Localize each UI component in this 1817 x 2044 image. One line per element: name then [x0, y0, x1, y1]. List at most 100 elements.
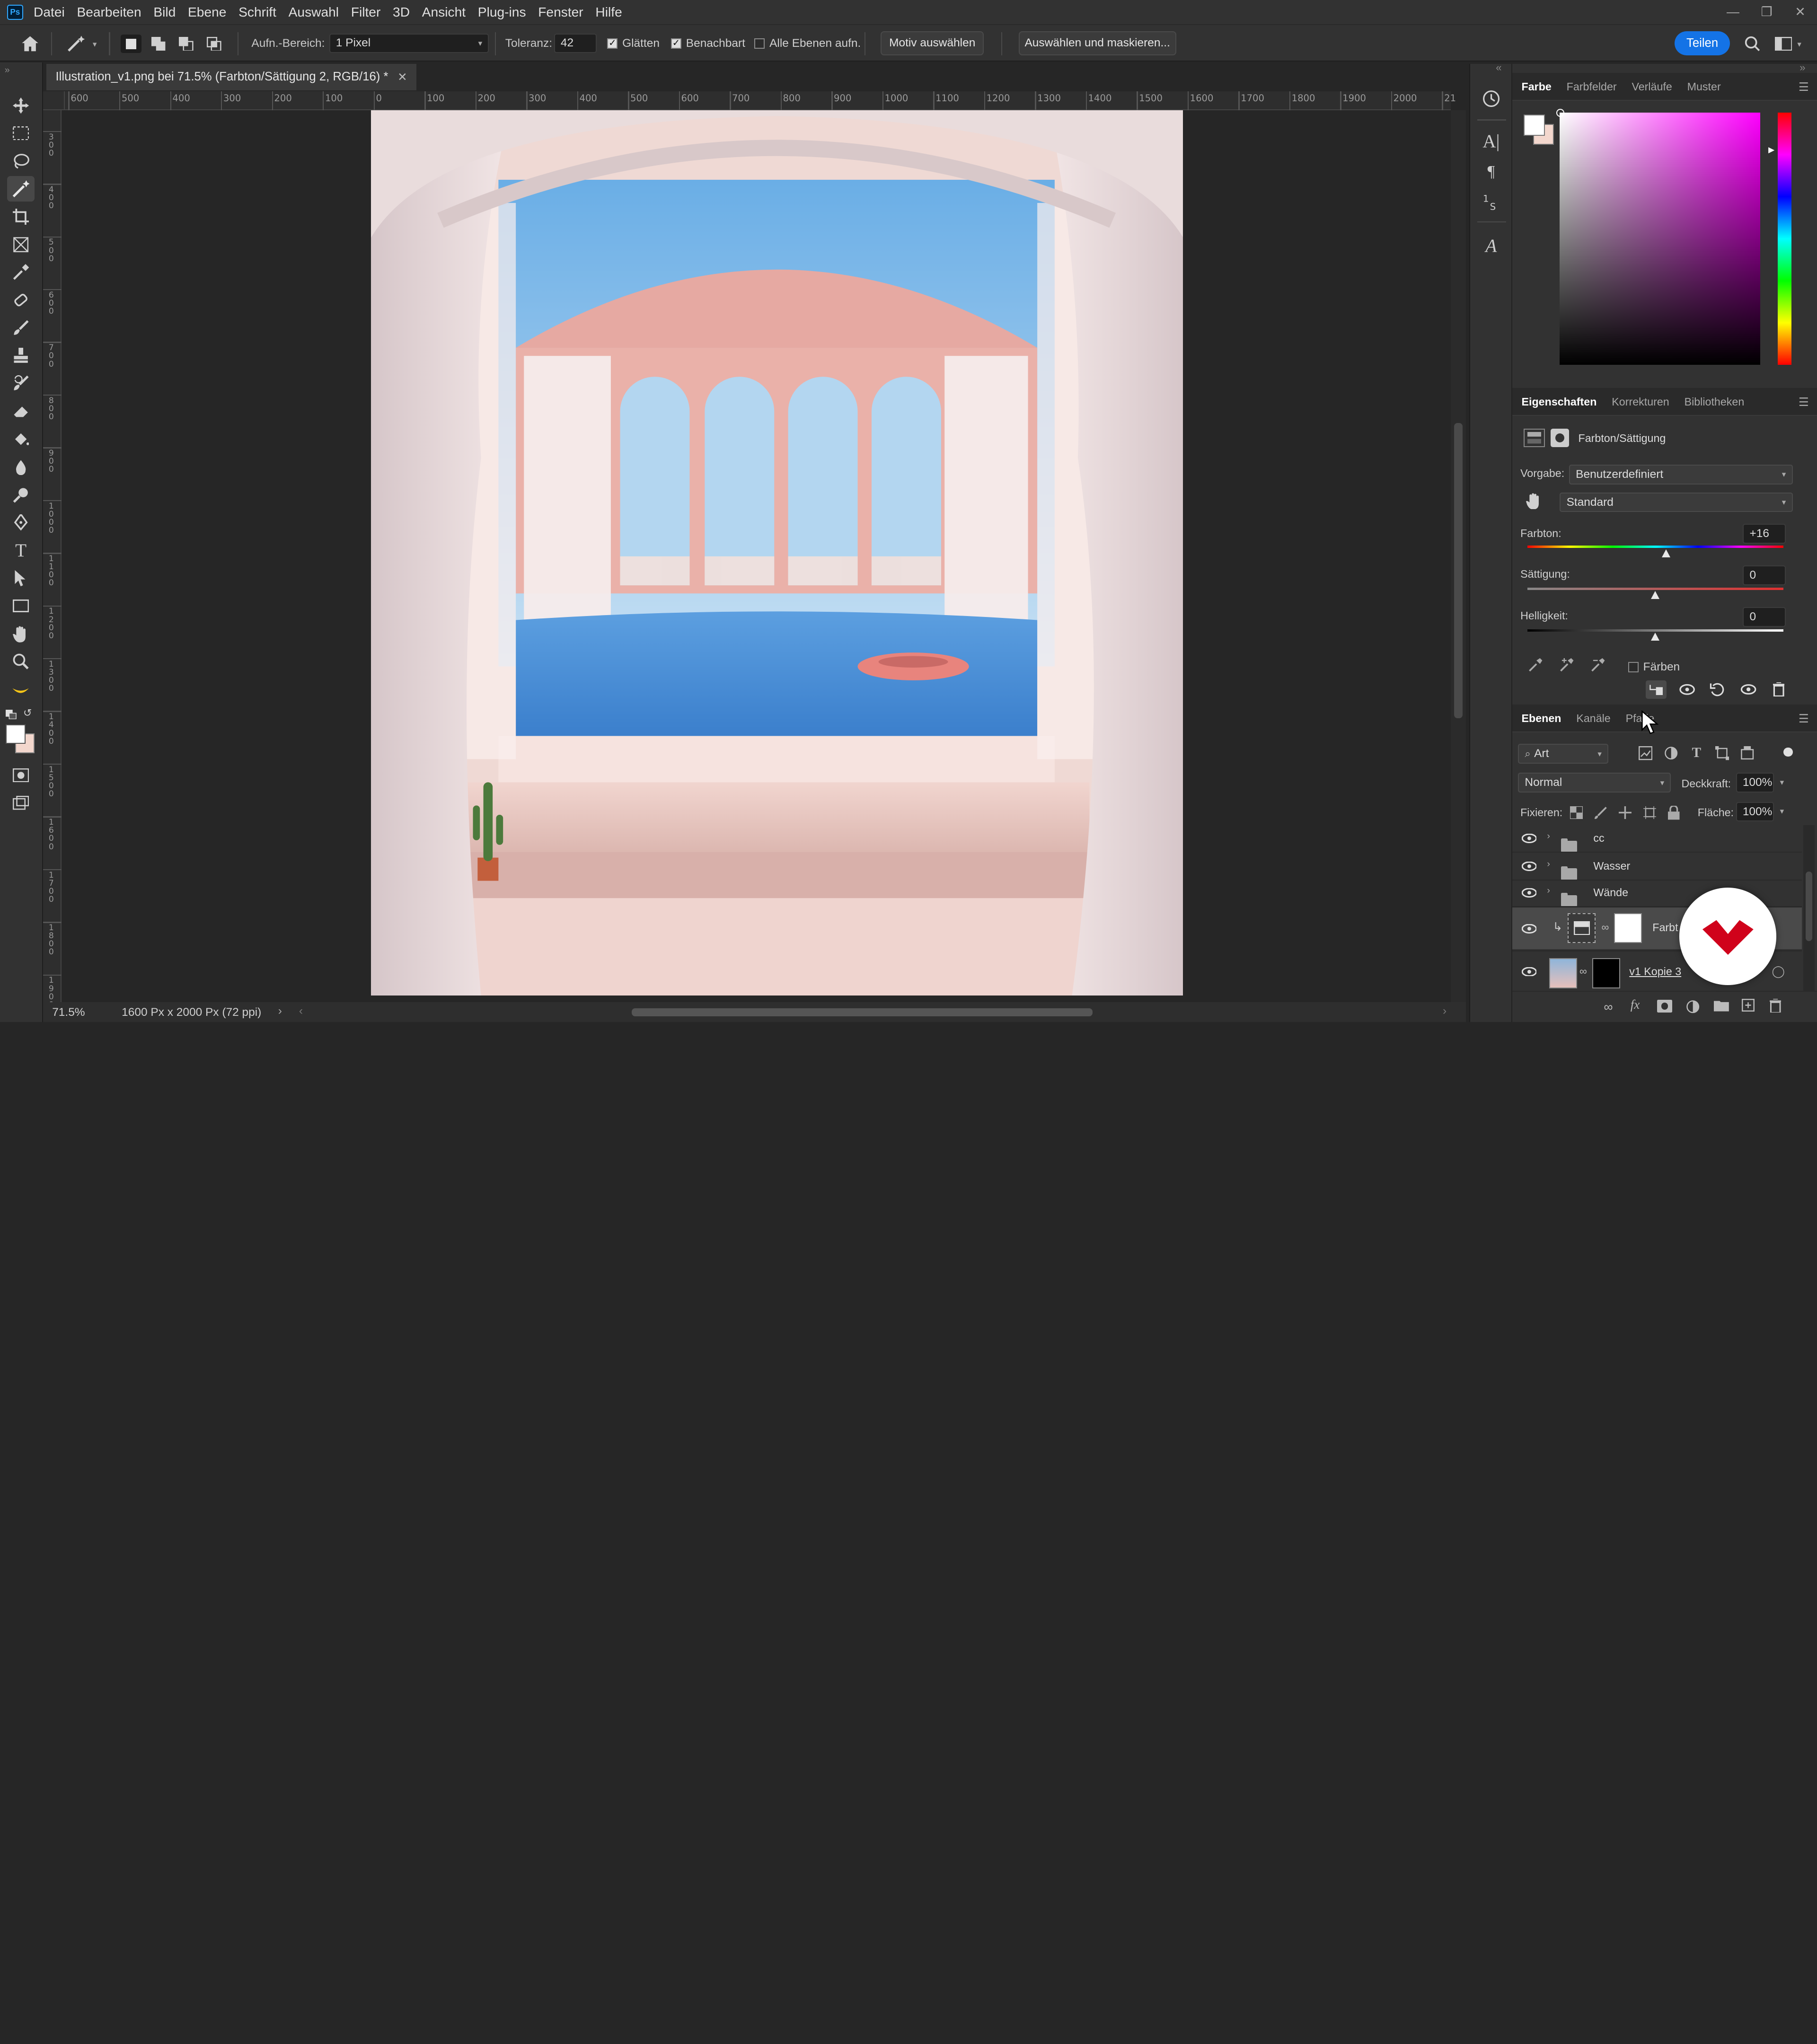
- eye-icon[interactable]: [1521, 966, 1537, 977]
- menu-item[interactable]: Ebene: [188, 5, 226, 20]
- select-subject-button[interactable]: Motiv auswählen: [881, 31, 984, 56]
- new-selection-icon[interactable]: [120, 35, 141, 53]
- link-layers-icon[interactable]: ∞: [1604, 1000, 1613, 1014]
- eyedropper-minus-icon[interactable]: [1589, 656, 1607, 674]
- layer-mask-thumbnail[interactable]: [1592, 958, 1620, 988]
- new-adjustment-layer-icon[interactable]: [1686, 1000, 1700, 1013]
- paint-bucket-tool-icon[interactable]: [7, 426, 35, 452]
- toggle-visibility-icon[interactable]: [1738, 680, 1759, 699]
- zoom-level[interactable]: 71.5%: [52, 1006, 85, 1019]
- filter-toggle-icon[interactable]: [1783, 747, 1793, 757]
- crop-tool-icon[interactable]: [7, 204, 35, 229]
- select-and-mask-button[interactable]: Auswählen und maskieren...: [1018, 31, 1176, 56]
- collapse-toolbar-icon[interactable]: »: [5, 65, 10, 76]
- screen-mode-icon[interactable]: [7, 790, 35, 816]
- history-brush-tool-icon[interactable]: [7, 371, 35, 396]
- filter-adjustment-layers-icon[interactable]: [1663, 745, 1679, 761]
- panel-menu-icon[interactable]: ☰: [1799, 395, 1809, 409]
- lightness-value-input[interactable]: 0: [1743, 607, 1786, 627]
- menu-item[interactable]: Bild: [153, 5, 176, 20]
- workspace-icon[interactable]: [1773, 35, 1794, 53]
- view-previous-state-icon[interactable]: [1677, 680, 1698, 699]
- lock-image-pixels-icon[interactable]: [1593, 805, 1608, 820]
- panel-tab[interactable]: Farbe: [1522, 73, 1552, 101]
- subtract-selection-icon[interactable]: [176, 35, 197, 53]
- eye-icon[interactable]: [1521, 833, 1537, 844]
- collapse-panels-icon[interactable]: «: [1496, 62, 1501, 74]
- rectangle-tool-icon[interactable]: [7, 593, 35, 619]
- ruler-corner[interactable]: [43, 91, 65, 110]
- lock-position-icon[interactable]: [1618, 805, 1633, 820]
- layer-style-fx-icon[interactable]: fx: [1631, 997, 1640, 1012]
- chevron-right-icon[interactable]: ›: [278, 1004, 282, 1018]
- color-picker-handle[interactable]: [1556, 109, 1565, 117]
- panel-menu-icon[interactable]: ☰: [1799, 80, 1809, 94]
- layer-row[interactable]: › cc: [1512, 825, 1802, 853]
- menu-item[interactable]: Plug-ins: [478, 5, 526, 20]
- eye-icon[interactable]: [1521, 888, 1537, 898]
- layer-mask-thumbnail[interactable]: [1614, 913, 1642, 943]
- chevron-down-icon[interactable]: ▾: [1780, 806, 1784, 816]
- chevron-right-icon[interactable]: ›: [1547, 831, 1550, 842]
- vertical-ruler[interactable]: 3 0 0 4 0 0 5 0 0 6 0 0 7 0 0 8 0 0 9 0 0 1 0 0…: [43, 110, 62, 1009]
- search-icon[interactable]: [1743, 35, 1761, 53]
- delete-adjustment-icon[interactable]: [1768, 680, 1789, 699]
- layer-image-thumbnail[interactable]: [1549, 958, 1578, 988]
- quick-mask-icon[interactable]: [7, 762, 35, 788]
- opacity-input[interactable]: 100%: [1736, 773, 1774, 793]
- hue-slider[interactable]: [1777, 112, 1792, 365]
- hand-tool-icon[interactable]: [7, 621, 35, 647]
- channel-select[interactable]: Standard ▾: [1560, 492, 1793, 512]
- layer-name[interactable]: cc: [1593, 832, 1604, 845]
- horizontal-scroll-thumb[interactable]: [631, 1008, 1093, 1016]
- brush-tool-icon[interactable]: [7, 315, 35, 341]
- move-tool-icon[interactable]: [7, 93, 35, 118]
- menu-item[interactable]: Filter: [351, 5, 381, 20]
- layer-row[interactable]: › Wasser: [1512, 853, 1802, 880]
- home-icon[interactable]: [18, 34, 42, 54]
- color-foreground-swatch[interactable]: [1524, 115, 1545, 136]
- tolerance-input[interactable]: 42: [554, 33, 597, 53]
- panel-tab[interactable]: Muster: [1687, 73, 1721, 101]
- mask-icon[interactable]: [1550, 429, 1569, 448]
- layer-filter-select[interactable]: ⌕ Art ▾: [1518, 744, 1609, 764]
- path-selection-tool-icon[interactable]: [7, 565, 35, 591]
- reset-adjustment-icon[interactable]: [1707, 680, 1728, 699]
- vertical-scroll-thumb[interactable]: [1454, 423, 1463, 719]
- hue-value-input[interactable]: +16: [1743, 523, 1786, 544]
- filter-pixel-layers-icon[interactable]: [1637, 745, 1653, 761]
- collapse-right-panel-icon[interactable]: »: [1799, 62, 1805, 74]
- menu-item[interactable]: Bearbeiten: [77, 5, 141, 20]
- lock-transparent-pixels-icon[interactable]: [1569, 805, 1584, 820]
- default-colors-icon[interactable]: [6, 709, 17, 720]
- layer-name[interactable]: Farbt: [1652, 921, 1678, 934]
- filter-smart-objects-icon[interactable]: [1739, 745, 1755, 761]
- lock-artboard-icon[interactable]: [1642, 805, 1657, 820]
- menu-item[interactable]: Auswahl: [289, 5, 339, 20]
- chevron-right-icon[interactable]: ›: [1547, 859, 1550, 870]
- new-layer-icon[interactable]: [1741, 998, 1755, 1015]
- add-mask-icon[interactable]: [1657, 1000, 1672, 1013]
- saturation-slider-thumb[interactable]: [1650, 591, 1659, 599]
- menu-item[interactable]: Ansicht: [422, 5, 466, 20]
- horizontal-ruler[interactable]: 600 500 400 300 200 100 0 100 200 300 400 500 600 700…: [65, 91, 1456, 110]
- link-icon[interactable]: ∞: [1602, 921, 1609, 934]
- character-panel-icon[interactable]: A|: [1480, 130, 1503, 153]
- magic-wand-tool-icon[interactable]: [7, 176, 35, 202]
- healing-brush-tool-icon[interactable]: [7, 287, 35, 313]
- panel-tab[interactable]: Bibliotheken: [1685, 388, 1745, 416]
- eyedropper-icon[interactable]: [1526, 656, 1544, 674]
- swap-colors-icon[interactable]: ↺: [23, 707, 32, 719]
- filter-shape-layers-icon[interactable]: [1714, 745, 1730, 761]
- zoom-tool-icon[interactable]: [7, 649, 35, 674]
- lasso-tool-icon[interactable]: [7, 148, 35, 174]
- pen-tool-icon[interactable]: [7, 510, 35, 536]
- hue-slider-thumb[interactable]: [1662, 549, 1671, 557]
- menu-item[interactable]: Datei: [34, 5, 65, 20]
- lightness-slider-thumb[interactable]: [1650, 633, 1659, 641]
- close-window-button[interactable]: ✕: [1783, 0, 1817, 24]
- panel-tab[interactable]: Ebenen: [1522, 705, 1561, 732]
- eye-icon[interactable]: [1521, 924, 1537, 934]
- blend-mode-select[interactable]: Normal ▾: [1518, 773, 1671, 793]
- document-image[interactable]: [370, 110, 1183, 996]
